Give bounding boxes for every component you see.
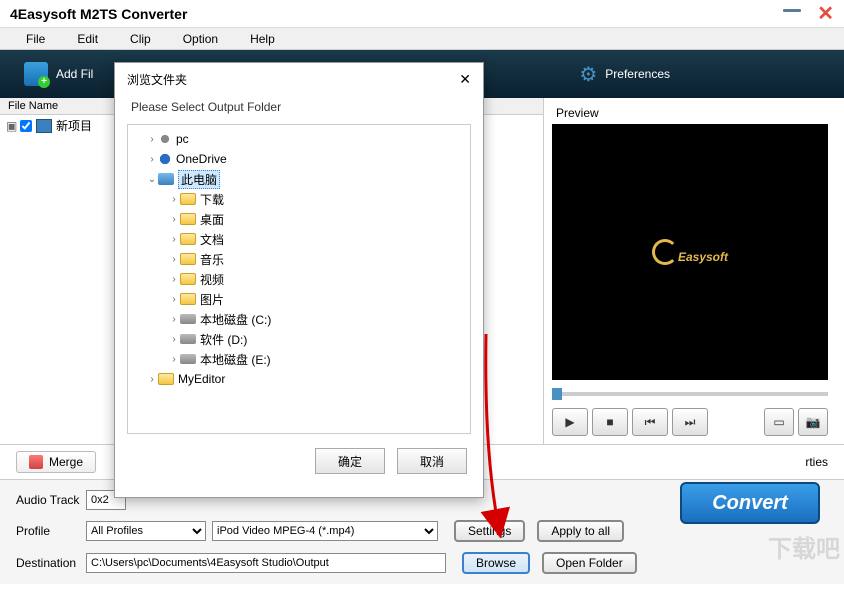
tree-item-user[interactable]: ›pc bbox=[128, 129, 470, 149]
cloud-icon bbox=[158, 154, 172, 164]
folder-icon bbox=[180, 273, 196, 285]
tree-item-drive-c[interactable]: ›本地磁盘 (C:) bbox=[128, 309, 470, 329]
drive-icon bbox=[180, 334, 196, 344]
folder-icon bbox=[158, 373, 174, 385]
destination-input[interactable] bbox=[86, 553, 446, 573]
tree-item-pictures[interactable]: ›图片 bbox=[128, 289, 470, 309]
tree-item-drive-d[interactable]: ›软件 (D:) bbox=[128, 329, 470, 349]
settings-button[interactable]: Settings bbox=[454, 520, 525, 542]
folder-icon bbox=[180, 193, 196, 205]
profile-select[interactable]: iPod Video MPEG-4 (*.mp4) bbox=[212, 521, 438, 541]
video-file-icon bbox=[36, 119, 52, 133]
minimize-icon[interactable] bbox=[783, 9, 801, 12]
audio-track-label: Audio Track bbox=[16, 493, 86, 507]
tree-item-videos[interactable]: ›视频 bbox=[128, 269, 470, 289]
folder-tree[interactable]: ›pc ›OneDrive ⌄此电脑 ›下载 ›桌面 ›文档 ›音乐 ›视频 ›… bbox=[127, 124, 471, 434]
snapshot-button[interactable]: 📷 bbox=[798, 408, 828, 436]
window-title: 4Easysoft M2TS Converter bbox=[10, 6, 187, 22]
prev-button[interactable]: ⏮ bbox=[632, 408, 668, 436]
watermark: 下载吧 bbox=[768, 529, 840, 564]
tree-item-documents[interactable]: ›文档 bbox=[128, 229, 470, 249]
apply-all-button[interactable]: Apply to all bbox=[537, 520, 624, 542]
seek-slider[interactable] bbox=[552, 386, 828, 402]
add-file-icon bbox=[24, 62, 48, 86]
tree-item-music[interactable]: ›音乐 bbox=[128, 249, 470, 269]
user-icon bbox=[158, 132, 172, 146]
dialog-titlebar: 浏览文件夹 ✕ bbox=[115, 63, 483, 96]
folder-icon bbox=[180, 233, 196, 245]
properties-button[interactable]: rties bbox=[805, 455, 828, 469]
dialog-title: 浏览文件夹 bbox=[127, 71, 187, 88]
title-bar: 4Easysoft M2TS Converter ✕ bbox=[0, 0, 844, 28]
tree-item-onedrive[interactable]: ›OneDrive bbox=[128, 149, 470, 169]
tree-item-myeditor[interactable]: ›MyEditor bbox=[128, 369, 470, 389]
menu-bar: File Edit Clip Option Help bbox=[0, 28, 844, 50]
merge-label: Merge bbox=[49, 455, 83, 469]
merge-icon bbox=[29, 455, 43, 469]
tree-item-desktop[interactable]: ›桌面 bbox=[128, 209, 470, 229]
menu-edit[interactable]: Edit bbox=[61, 30, 114, 48]
expand-icon[interactable]: ▣ bbox=[6, 119, 16, 133]
tree-item-drive-e[interactable]: ›本地磁盘 (E:) bbox=[128, 349, 470, 369]
menu-option[interactable]: Option bbox=[167, 30, 234, 48]
folder-icon bbox=[180, 253, 196, 265]
stop-button[interactable]: ■ bbox=[592, 408, 628, 436]
add-file-button[interactable]: Add Fil bbox=[10, 62, 107, 86]
folder-icon bbox=[180, 213, 196, 225]
drive-icon bbox=[180, 314, 196, 324]
tree-item-downloads[interactable]: ›下载 bbox=[128, 189, 470, 209]
brand-logo: Easysoft bbox=[652, 235, 728, 269]
browse-folder-dialog: 浏览文件夹 ✕ Please Select Output Folder ›pc … bbox=[114, 62, 484, 498]
file-checkbox[interactable] bbox=[20, 120, 32, 132]
preview-video: Easysoft bbox=[552, 124, 828, 380]
close-icon[interactable]: ✕ bbox=[817, 1, 834, 26]
play-button[interactable]: ▶ bbox=[552, 408, 588, 436]
add-file-label: Add Fil bbox=[56, 67, 93, 81]
folder-icon bbox=[180, 293, 196, 305]
main-window: 4Easysoft M2TS Converter ✕ File Edit Cli… bbox=[0, 0, 844, 592]
dialog-button-row: 确定 取消 bbox=[115, 434, 483, 488]
file-name: 新项目 bbox=[56, 117, 92, 134]
dialog-cancel-button[interactable]: 取消 bbox=[397, 448, 467, 474]
menu-help[interactable]: Help bbox=[234, 30, 291, 48]
menu-file[interactable]: File bbox=[10, 30, 61, 48]
pc-icon bbox=[158, 173, 174, 185]
tree-item-this-pc[interactable]: ⌄此电脑 bbox=[128, 169, 470, 189]
preferences-label: Preferences bbox=[605, 67, 670, 81]
convert-button[interactable]: Convert bbox=[680, 482, 820, 524]
dialog-ok-button[interactable]: 确定 bbox=[315, 448, 385, 474]
playback-controls: ▶ ■ ⏮ ⏭ ▭ 📷 bbox=[552, 408, 828, 436]
titlebar-actions: ✕ bbox=[783, 1, 834, 26]
next-button[interactable]: ⏭ bbox=[672, 408, 708, 436]
preview-label: Preview bbox=[552, 106, 828, 120]
dialog-subtitle: Please Select Output Folder bbox=[115, 96, 483, 124]
preview-panel: Preview Easysoft ▶ ■ ⏮ ⏭ ▭ 📷 bbox=[544, 98, 844, 444]
browse-button[interactable]: Browse bbox=[462, 552, 530, 574]
fullscreen-button[interactable]: ▭ bbox=[764, 408, 794, 436]
open-folder-button[interactable]: Open Folder bbox=[542, 552, 637, 574]
dialog-close-icon[interactable]: ✕ bbox=[459, 71, 471, 88]
profile-filter-select[interactable]: All Profiles bbox=[86, 521, 206, 541]
destination-label: Destination bbox=[16, 556, 86, 570]
profile-label: Profile bbox=[16, 524, 86, 538]
preferences-button[interactable]: ⚙ Preferences bbox=[565, 62, 684, 87]
merge-button[interactable]: Merge bbox=[16, 451, 96, 473]
menu-clip[interactable]: Clip bbox=[114, 30, 167, 48]
drive-icon bbox=[180, 354, 196, 364]
gear-icon: ⚙ bbox=[579, 62, 597, 87]
